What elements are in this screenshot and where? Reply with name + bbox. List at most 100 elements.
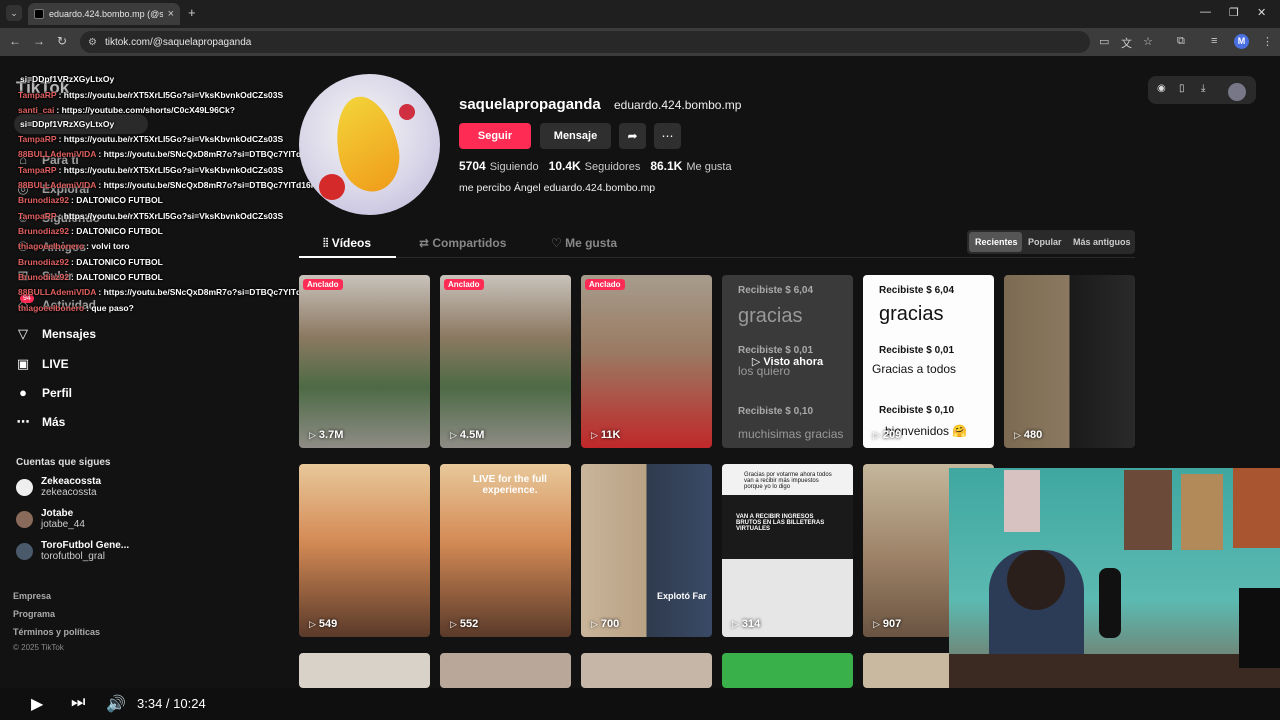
restore-icon[interactable]: ❐ <box>1229 6 1239 19</box>
tab-title: eduardo.424.bombo.mp (@saq <box>49 9 163 19</box>
wall-poster <box>1181 474 1223 550</box>
video-thumbnail[interactable]: Explotó Far ▷ 700 <box>581 464 712 637</box>
followers-stat[interactable]: 10.4K Seguidores <box>549 159 641 173</box>
extensions-icon[interactable]: ⧉ <box>1177 35 1185 48</box>
more-options-icon[interactable]: ⋯ <box>654 123 681 149</box>
address-bar[interactable]: ⚙ tiktok.com/@saquelapropaganda <box>80 31 1090 53</box>
bookmark-star-icon[interactable]: ☆ <box>1143 35 1153 48</box>
pinned-badge: Anclado <box>444 279 484 290</box>
footer-link[interactable]: Empresa <box>13 591 51 601</box>
view-count: ▷ 11K <box>591 429 621 441</box>
video-thumbnail[interactable] <box>299 653 430 688</box>
nav-label: LIVE <box>42 357 69 371</box>
video-thumbnail[interactable]: LIVE for the full experience. ▷ 552 <box>440 464 571 637</box>
download-icon[interactable]: ⤓ <box>1201 83 1205 94</box>
browser-menu-icon[interactable]: ⋮ <box>1262 35 1273 48</box>
chat-line: TampaRP: https://youtu.be/rXT5XrLI5Go?si… <box>18 211 284 221</box>
browser-toolbar: ← → ↻ ⚙ tiktok.com/@saquelapropaganda ▭ … <box>0 28 1280 56</box>
avatar <box>16 478 33 496</box>
sort-popular[interactable]: Popular <box>1028 237 1062 247</box>
tab-search-icon[interactable]: ⌄ <box>6 5 22 21</box>
chat-line: Brunodiaz92: DALTONICO FUTBOL <box>18 272 163 282</box>
site-info-icon[interactable]: ⚙ <box>88 37 97 48</box>
video-thumbnail[interactable]: Anclado ▷ 11K <box>581 275 712 448</box>
video-thumbnail[interactable] <box>581 653 712 688</box>
coin-icon[interactable]: ◉ <box>1157 83 1166 94</box>
message-button[interactable]: Mensaje <box>540 123 611 149</box>
tab-compartidos[interactable]: ⇄ Compartidos <box>419 236 506 250</box>
profile-nickname: eduardo.424.bombo.mp <box>614 98 742 112</box>
follow-button[interactable]: Seguir <box>459 123 531 149</box>
following-account[interactable]: Jotabe jotabe_44 <box>16 508 85 530</box>
user-avatar[interactable] <box>1228 83 1246 101</box>
chat-line: Brunodiaz92: DALTONICO FUTBOL <box>18 257 163 267</box>
footer-link[interactable]: Términos y políticas <box>13 627 100 637</box>
browser-tab[interactable]: eduardo.424.bombo.mp (@saq × <box>28 3 180 25</box>
sort-recientes[interactable]: Recientes <box>975 237 1018 247</box>
following-section-title: Cuentas que sigues <box>16 457 111 468</box>
close-tab-icon[interactable]: × <box>168 8 174 20</box>
account-handle: zekeacossta <box>41 487 97 498</box>
view-count: ▷ 552 <box>450 618 479 630</box>
reading-list-icon[interactable]: ≡ <box>1211 35 1217 47</box>
chat-line: santi_cai: https://youtube.com/shorts/C0… <box>18 105 235 115</box>
back-icon[interactable]: ← <box>9 34 21 48</box>
phone-icon[interactable]: ▯ <box>1179 83 1185 94</box>
avatar <box>16 542 33 560</box>
share-icon[interactable]: ➦ <box>619 123 646 149</box>
tab-videos[interactable]: ⦙⦙ Vídeos <box>323 236 371 251</box>
sort-mas-antiguos[interactable]: Más antiguos <box>1073 237 1131 247</box>
reload-icon[interactable]: ↻ <box>57 34 67 48</box>
video-thumbnail[interactable]: Anclado ▷ 3.7M <box>299 275 430 448</box>
monitor <box>1239 588 1280 668</box>
play-icon[interactable]: ▶ <box>31 694 43 714</box>
following-account[interactable]: ToroFutbol Gene... torofutbol_gral <box>16 540 129 562</box>
view-count: ▷ 209 <box>873 429 902 441</box>
profile-bio: me percibo Ángel eduardo.424.bombo.mp <box>459 182 656 194</box>
wall-poster <box>1124 470 1172 550</box>
sort-selector: Recientes Popular Más antiguos <box>967 230 1135 254</box>
video-thumbnail[interactable]: Anclado ▷ 4.5M <box>440 275 571 448</box>
view-count: ▷ 907 <box>873 618 902 630</box>
chat-line: TampaRP: https://youtu.be/rXT5XrLI5Go?si… <box>18 90 284 100</box>
nav-label: Más <box>42 415 66 429</box>
browser-profile-avatar[interactable]: M <box>1234 34 1249 49</box>
nav-perfil[interactable]: ● Perfil <box>16 385 72 400</box>
nav-label: Mensajes <box>42 327 97 341</box>
following-account[interactable]: Zekeacossta zekeacossta <box>16 476 101 498</box>
new-tab-icon[interactable]: + <box>188 5 196 20</box>
video-thumbnail[interactable]: ▷ 480 <box>1004 275 1135 448</box>
minimize-icon[interactable]: — <box>1200 6 1211 18</box>
volume-icon[interactable]: 🔊 <box>106 694 126 714</box>
playback-time: 3:34 / 10:24 <box>137 696 206 711</box>
profile-stats: 5704 Siguiendo 10.4K Seguidores 86.1K Me gu… <box>459 159 732 173</box>
desk <box>949 654 1280 688</box>
nav-mensajes[interactable]: ▽ Mensajes <box>16 326 96 342</box>
translate-icon[interactable]: 文 <box>1121 35 1132 51</box>
chat-line: 88BULLAdemiVIDA: https://youtu.be/SNcQxD… <box>18 149 328 159</box>
video-thumbnail-watched[interactable]: Recibiste $ 6,04 gracias Recibiste $ 0,0… <box>722 275 853 448</box>
top-right-toolbar: ◉ ▯ ⤓ <box>1148 76 1256 104</box>
video-thumbnail[interactable]: Recibiste $ 6,04 gracias Recibiste $ 0,0… <box>863 275 994 448</box>
nav-live[interactable]: ▣ LIVE <box>16 356 69 372</box>
footer-link[interactable]: Programa <box>13 609 55 619</box>
video-thumbnail[interactable] <box>440 653 571 688</box>
tab-me-gusta[interactable]: ♡ Me gusta <box>551 236 617 250</box>
likes-stat: 86.1K Me gusta <box>650 159 732 173</box>
following-stat[interactable]: 5704 Siguiendo <box>459 159 539 173</box>
account-handle: jotabe_44 <box>41 519 85 530</box>
tomato-image <box>319 174 345 200</box>
view-count: ▷ 700 <box>591 618 620 630</box>
profile-avatar[interactable] <box>299 74 440 215</box>
close-window-icon[interactable]: ✕ <box>1257 6 1266 19</box>
chat-line: thiagoeelbonero: que paso? <box>18 303 134 313</box>
nav-mas[interactable]: ⋯ Más <box>16 414 66 430</box>
account-name: ToroFutbol Gene... <box>41 540 130 551</box>
next-icon[interactable]: ⏭ <box>71 694 85 712</box>
forward-icon[interactable]: → <box>33 34 45 48</box>
send-icon: ▽ <box>18 326 28 341</box>
video-thumbnail[interactable] <box>722 653 853 688</box>
video-thumbnail[interactable]: Gracias por votarme ahora todos van a re… <box>722 464 853 637</box>
video-thumbnail[interactable]: ▷ 549 <box>299 464 430 637</box>
cast-icon[interactable]: ▭ <box>1099 35 1109 48</box>
